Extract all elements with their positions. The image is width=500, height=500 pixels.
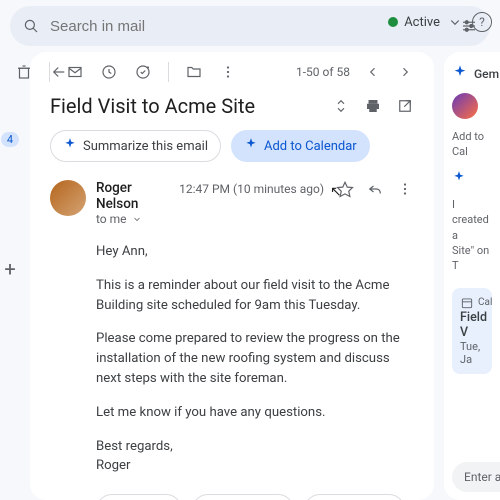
status-label: Active: [404, 15, 440, 30]
sparkle-icon: [244, 137, 258, 155]
side-title: Gem: [474, 67, 499, 81]
prev-icon[interactable]: [364, 63, 382, 81]
search-icon: [22, 17, 40, 35]
chevron-down-icon: [131, 213, 143, 225]
recipient-line[interactable]: to me: [96, 212, 169, 226]
reply-all-button[interactable]: Reply all: [192, 494, 294, 500]
expand-icon[interactable]: [332, 97, 350, 115]
status-chip[interactable]: Active: [388, 13, 464, 31]
avatar: [50, 180, 86, 216]
snooze-icon[interactable]: [100, 63, 118, 81]
help-icon[interactable]: ?: [472, 12, 492, 32]
page-count: 1-50 of 58: [296, 65, 350, 79]
move-icon[interactable]: [185, 63, 203, 81]
email-body: Hey Ann, This is a reminder about our fi…: [96, 242, 414, 476]
reply-button[interactable]: Reply: [96, 494, 182, 500]
side-subtitle: Add to Cal: [452, 129, 492, 160]
print-icon[interactable]: [364, 97, 382, 115]
calendar-card[interactable]: Cal Field V Tue, Ja: [452, 288, 492, 374]
add-calendar-chip[interactable]: Add to Calendar: [231, 130, 370, 162]
new-chat-icon[interactable]: +: [4, 257, 15, 281]
sparkle-icon: [452, 170, 492, 187]
event-date: Tue, Ja: [460, 340, 484, 366]
unread-icon[interactable]: [66, 63, 84, 81]
timestamp: 12:47 PM (10 minutes ago): [179, 182, 324, 196]
forward-button[interactable]: Forward: [304, 494, 405, 500]
summarize-label: Summarize this email: [83, 139, 208, 154]
side-panel: Gem Add to Cal I created aSite" on T Cal…: [444, 52, 500, 500]
sparkle-icon: [452, 64, 468, 83]
sparkle-icon: [63, 137, 77, 155]
side-avatar: [452, 93, 478, 119]
ask-input[interactable]: Enter a: [452, 462, 500, 492]
reply-icon[interactable]: [366, 180, 384, 198]
calendar-chip-label: Add to Calendar: [264, 139, 357, 154]
next-icon[interactable]: [396, 63, 414, 81]
more-icon[interactable]: [396, 180, 414, 198]
unread-badge: 4: [1, 132, 19, 147]
email-card: 1-50 of 58 Field Visit to Acme Site Summ…: [30, 52, 434, 500]
status-dot-icon: [388, 17, 398, 27]
email-subject: Field Visit to Acme Site: [50, 94, 255, 118]
sender-name: Roger Nelson: [96, 180, 169, 212]
more-icon[interactable]: [219, 63, 237, 81]
chevron-down-icon: [446, 13, 464, 31]
star-icon[interactable]: [336, 180, 354, 198]
calendar-icon: [460, 296, 474, 310]
summarize-chip[interactable]: Summarize this email: [50, 130, 221, 162]
trash-icon[interactable]: [15, 63, 33, 81]
event-title: Field V: [460, 310, 484, 340]
popout-icon[interactable]: [396, 97, 414, 115]
task-icon[interactable]: [134, 63, 152, 81]
